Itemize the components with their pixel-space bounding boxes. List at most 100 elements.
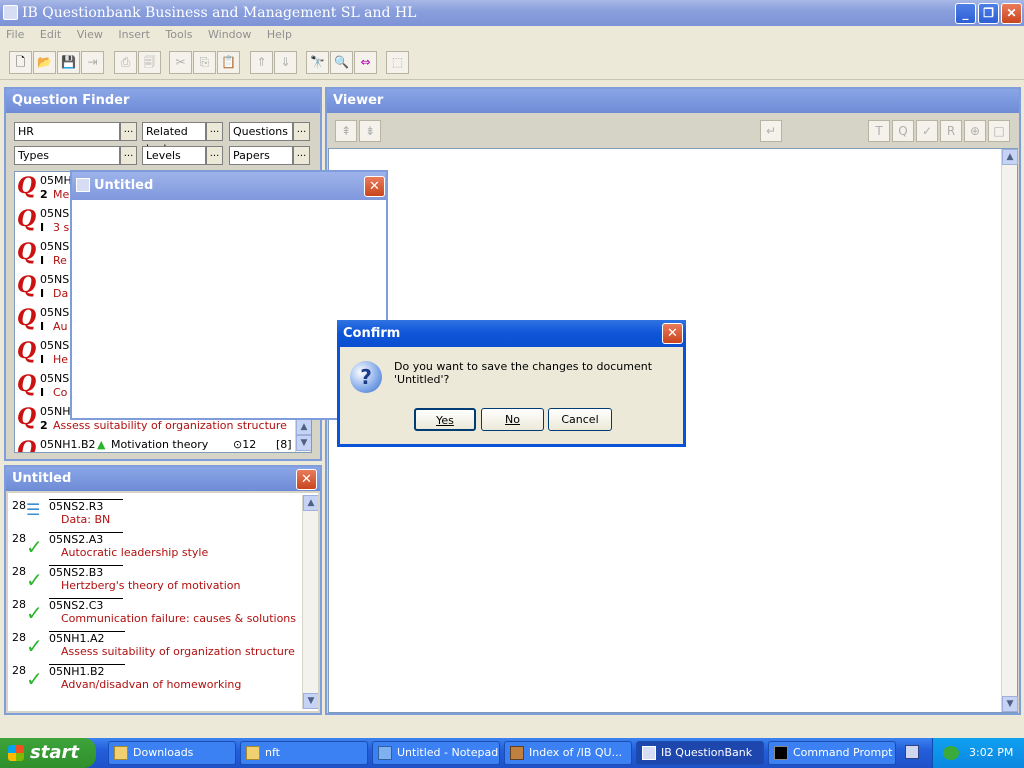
filter-topic[interactable]: HR bbox=[14, 122, 120, 141]
list-item[interactable]: 28 ✓ 05NS2.C3 Communication failure: cau… bbox=[12, 596, 302, 629]
find-icon[interactable]: 🔭 bbox=[306, 51, 329, 74]
question-icon: ? bbox=[350, 361, 382, 393]
frame-icon[interactable]: ⬚ bbox=[386, 51, 409, 74]
export-icon[interactable]: ⇥ bbox=[81, 51, 104, 74]
untitled-list-scrollbar[interactable]: ▲ ▼ bbox=[302, 495, 318, 709]
markscheme-tool-icon[interactable]: ✓ bbox=[916, 120, 938, 142]
cut-icon[interactable]: ✂ bbox=[169, 51, 192, 74]
untitled-panel-title: Untitled bbox=[6, 467, 320, 491]
app-icon[interactable] bbox=[3, 5, 18, 20]
cancel-button[interactable]: Cancel bbox=[548, 408, 612, 431]
window-title-bar[interactable]: IB Questionbank Business and Management … bbox=[0, 0, 1024, 26]
question-icon: Q bbox=[17, 239, 37, 265]
menu-edit[interactable]: Edit bbox=[34, 26, 67, 44]
yes-button[interactable]: Yes bbox=[414, 408, 476, 431]
triangle-icon: ▲ bbox=[97, 438, 106, 451]
question-tool-icon[interactable]: Q bbox=[892, 120, 914, 142]
task-ib-questionbank[interactable]: IB QuestionBank bbox=[636, 741, 764, 765]
no-button[interactable]: No bbox=[481, 408, 544, 431]
start-button[interactable]: start bbox=[0, 738, 96, 768]
list-item[interactable]: 28 ✓ 05NH1.B2 Advan/disadvan of homework… bbox=[12, 662, 302, 695]
scroll-up-icon[interactable]: ▲ bbox=[296, 419, 311, 435]
filter-types[interactable]: Types bbox=[14, 146, 120, 165]
list-item[interactable]: 28 ✓ 05NH1.A2 Assess suitability of orga… bbox=[12, 629, 302, 662]
close-button[interactable]: ✕ bbox=[1001, 3, 1022, 24]
list-item[interactable]: Q 05NH1.B2 ▲ Motivation theory ⊙12 [8] bbox=[15, 436, 305, 452]
print-icon[interactable]: ⎙ bbox=[114, 51, 137, 74]
task-command-prompt[interactable]: Command Prompt bbox=[768, 741, 896, 765]
checkmark-icon: ✓ bbox=[26, 601, 43, 625]
task-nft[interactable]: nft bbox=[240, 741, 368, 765]
navigate-icon[interactable]: ⇔ bbox=[354, 51, 377, 74]
checkmark-icon: ✓ bbox=[26, 568, 43, 592]
app-icon bbox=[642, 746, 656, 760]
viewer-title: Viewer bbox=[327, 89, 1019, 113]
scroll-down-icon[interactable]: ▼ bbox=[303, 693, 318, 709]
list-item[interactable]: 28 ✓ 05NS2.B3 Hertzberg's theory of moti… bbox=[12, 563, 302, 596]
prev-icon[interactable]: ⇞ bbox=[335, 120, 357, 142]
frame-tool-icon[interactable]: □ bbox=[988, 120, 1010, 142]
scroll-up-icon[interactable]: ▲ bbox=[1002, 149, 1018, 165]
next-icon[interactable]: ⇟ bbox=[359, 120, 381, 142]
report-tool-icon[interactable]: R bbox=[940, 120, 962, 142]
menu-view[interactable]: View bbox=[71, 26, 109, 44]
new-icon[interactable]: 🗋 bbox=[9, 51, 32, 74]
toolbar: 🗋 📂 💾 ⇥ ⎙ 🗐 ✂ ⎘ 📋 ⇑ ⇓ 🔭 🔍 ⇔ ⬚ bbox=[0, 46, 1024, 80]
return-icon[interactable]: ↵ bbox=[760, 120, 782, 142]
viewer-scrollbar[interactable]: ▲ ▼ bbox=[1001, 149, 1018, 712]
network-icon[interactable] bbox=[943, 746, 959, 760]
list-item[interactable]: 28 ☰ 05NS2.R3 Data: BN bbox=[12, 497, 302, 530]
scroll-down-icon[interactable]: ▼ bbox=[296, 435, 311, 451]
doc-down-icon[interactable]: ⇓ bbox=[274, 51, 297, 74]
scroll-down-icon[interactable]: ▼ bbox=[1002, 696, 1018, 712]
filter-levels[interactable]: Levels bbox=[142, 146, 206, 165]
untitled-panel-close-button[interactable]: ✕ bbox=[296, 469, 317, 490]
menu-help[interactable]: Help bbox=[261, 26, 298, 44]
list-item[interactable]: 28 ✓ 05NS2.A3 Autocratic leadership styl… bbox=[12, 530, 302, 563]
task-browser[interactable]: Index of /IB QU... bbox=[504, 741, 632, 765]
question-icon: Q bbox=[17, 371, 37, 397]
filter-questions[interactable]: Questions bbox=[229, 122, 293, 141]
filter-papers-button[interactable]: ... bbox=[293, 146, 310, 165]
paste-icon[interactable]: 📋 bbox=[217, 51, 240, 74]
checkmark-icon: ✓ bbox=[26, 535, 43, 559]
filter-types-button[interactable]: ... bbox=[120, 146, 137, 165]
keyboard-icon[interactable] bbox=[905, 745, 919, 759]
confirm-message: Do you want to save the changes to docum… bbox=[394, 360, 653, 386]
text-tool-icon[interactable]: T bbox=[868, 120, 890, 142]
start-label: start bbox=[30, 742, 79, 763]
filter-papers[interactable]: Papers bbox=[229, 146, 293, 165]
filter-levels-button[interactable]: ... bbox=[206, 146, 223, 165]
confirm-dialog: Confirm ✕ ? Do you want to save the chan… bbox=[337, 320, 686, 447]
checkmark-icon: ✓ bbox=[26, 667, 43, 691]
untitled-list[interactable]: 28 ☰ 05NS2.R3 Data: BN 28 ✓ 05NS2.A3 Aut… bbox=[8, 493, 318, 711]
scroll-up-icon[interactable]: ▲ bbox=[303, 495, 318, 511]
menu-bar: File Edit View Insert Tools Window Help bbox=[0, 26, 1024, 46]
task-notepad[interactable]: Untitled - Notepad bbox=[372, 741, 500, 765]
clock[interactable]: 3:02 PM bbox=[969, 738, 1013, 768]
copy-icon[interactable]: ⎘ bbox=[193, 51, 216, 74]
question-icon: Q bbox=[17, 305, 37, 331]
filter-questions-button[interactable]: ... bbox=[293, 122, 310, 141]
filter-topic-button[interactable]: ... bbox=[120, 122, 137, 141]
print-preview-icon[interactable]: 🗐 bbox=[138, 51, 161, 74]
task-downloads[interactable]: Downloads bbox=[108, 741, 236, 765]
zoom-icon[interactable]: 🔍 bbox=[330, 51, 353, 74]
folder-icon bbox=[246, 746, 260, 760]
menu-insert[interactable]: Insert bbox=[112, 26, 156, 44]
confirm-close-button[interactable]: ✕ bbox=[662, 323, 683, 344]
menu-window[interactable]: Window bbox=[202, 26, 257, 44]
doc-up-icon[interactable]: ⇑ bbox=[250, 51, 273, 74]
move-tool-icon[interactable]: ⊕ bbox=[964, 120, 986, 142]
menu-file[interactable]: File bbox=[0, 26, 30, 44]
minimize-button[interactable]: _ bbox=[955, 3, 976, 24]
untitled-floating-close-button[interactable]: ✕ bbox=[364, 176, 385, 197]
open-icon[interactable]: 📂 bbox=[33, 51, 56, 74]
menu-tools[interactable]: Tools bbox=[159, 26, 198, 44]
filter-related-text-button[interactable]: ... bbox=[206, 122, 223, 141]
folder-icon bbox=[114, 746, 128, 760]
maximize-button[interactable]: ❐ bbox=[978, 3, 999, 24]
filter-related-text[interactable]: Related text bbox=[142, 122, 206, 155]
save-icon[interactable]: 💾 bbox=[57, 51, 80, 74]
browser-icon bbox=[510, 746, 524, 760]
